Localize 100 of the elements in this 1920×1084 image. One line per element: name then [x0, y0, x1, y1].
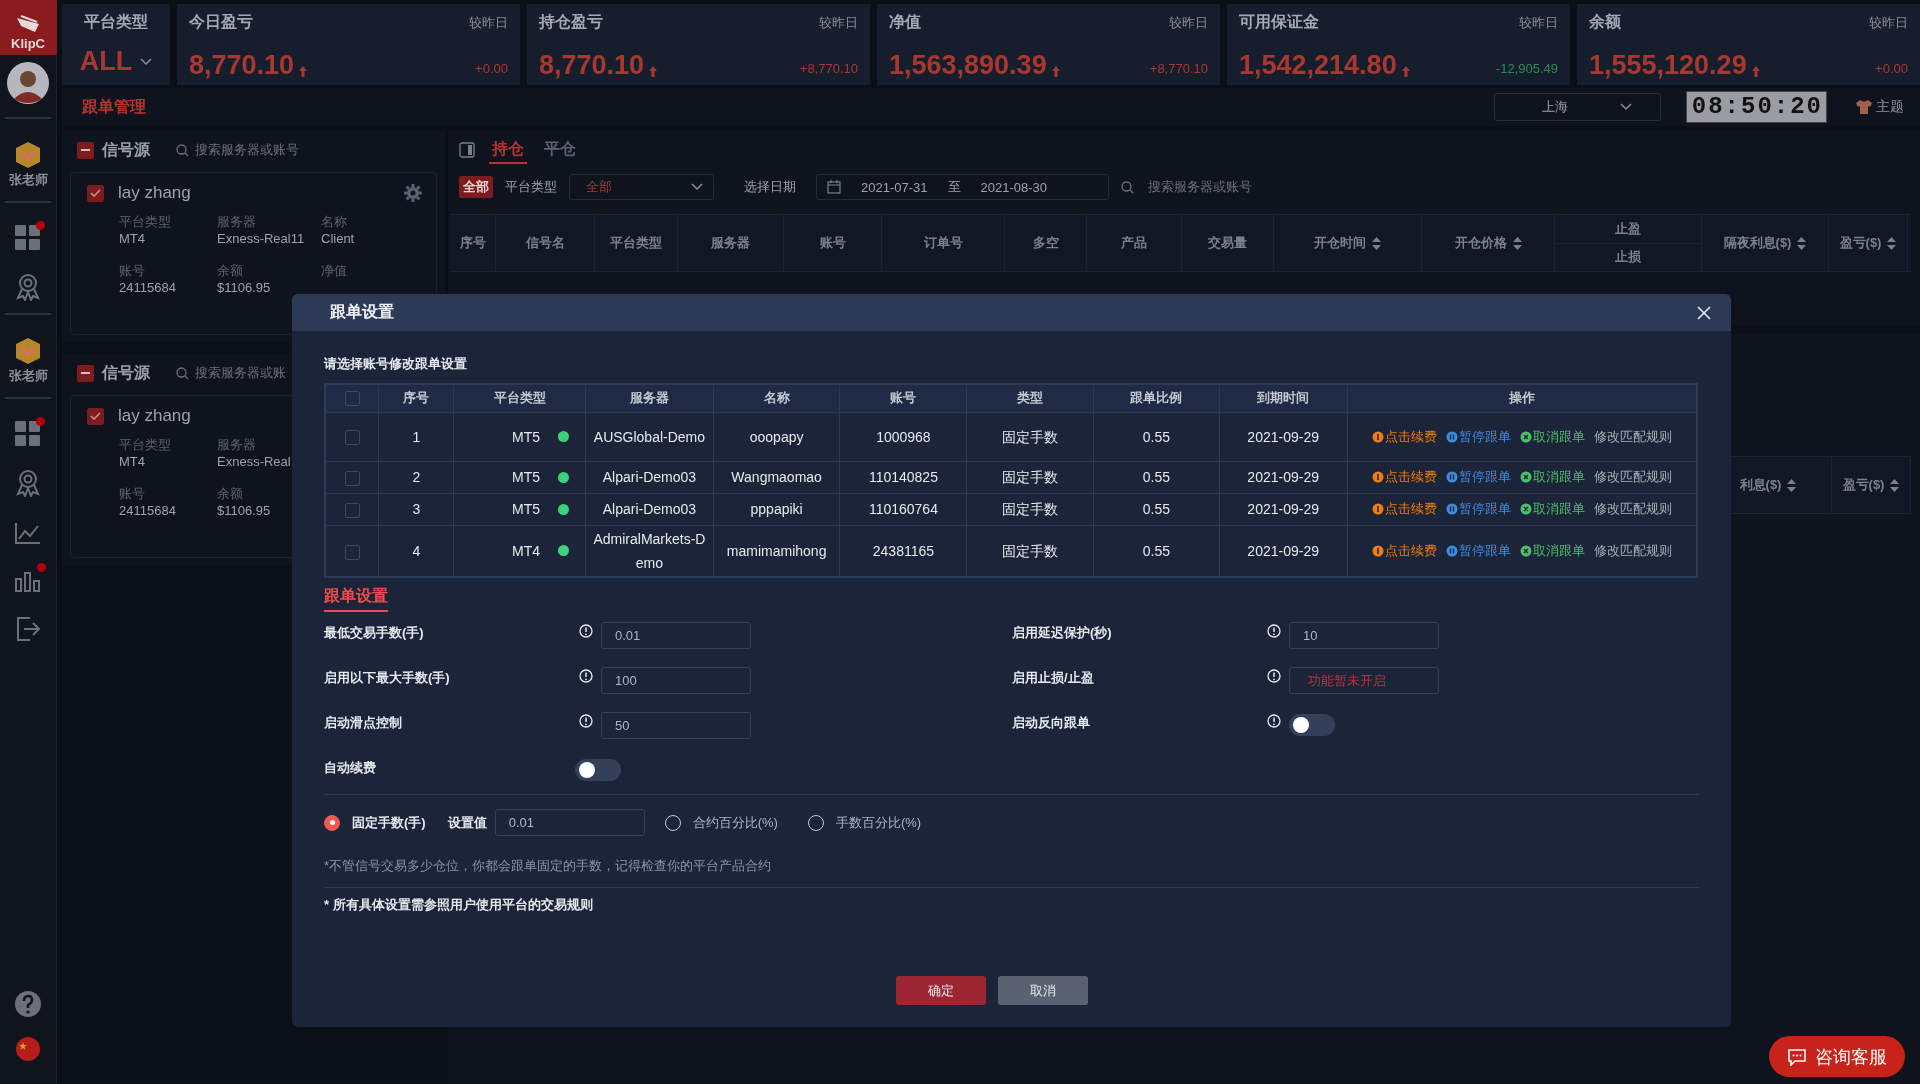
- action-link[interactable]: 取消跟单: [1519, 497, 1585, 521]
- column-header[interactable]: 盈亏($): [1842, 476, 1885, 494]
- grid-icon[interactable]: [15, 421, 41, 447]
- filter-chip[interactable]: 全部: [459, 176, 493, 198]
- action-link[interactable]: 修改匹配规则: [1593, 424, 1672, 449]
- table-cell: 0.55: [1093, 461, 1220, 493]
- field-value: MT4: [119, 231, 146, 246]
- checkbox[interactable]: [344, 430, 360, 446]
- logo[interactable]: KlipC: [0, 0, 57, 55]
- column-header[interactable]: 开仓价格: [1454, 234, 1507, 252]
- card-title: 可用保证金: [1239, 12, 1319, 32]
- column-header[interactable]: 隔夜利息($): [1723, 234, 1792, 252]
- input-field[interactable]: 10: [1289, 622, 1439, 649]
- input-field[interactable]: 0.01: [601, 622, 751, 649]
- flag-icon[interactable]: [15, 1036, 41, 1062]
- checkbox[interactable]: [344, 391, 360, 407]
- settings-icon[interactable]: [404, 184, 422, 202]
- radio-option[interactable]: 手数百分比(%): [807, 813, 922, 832]
- platform-select[interactable]: 全部: [569, 174, 714, 200]
- medal-icon[interactable]: [14, 141, 42, 169]
- column-header: 止盈: [1614, 219, 1642, 238]
- action-link[interactable]: 点击续费: [1371, 424, 1437, 449]
- action-link[interactable]: 暂停跟单: [1445, 497, 1511, 521]
- setting-label: 启用止损/止盈: [1012, 669, 1095, 687]
- toggle-switch[interactable]: [575, 759, 621, 781]
- city-select[interactable]: 上海: [1493, 93, 1661, 121]
- medal-icon[interactable]: [14, 337, 42, 365]
- action-link[interactable]: 取消跟单: [1519, 465, 1585, 489]
- toggle-switch[interactable]: [1289, 714, 1335, 736]
- tab[interactable]: 持仓: [489, 136, 527, 164]
- confirm-button[interactable]: 确定: [895, 976, 986, 1005]
- column-header[interactable]: 利息($): [1739, 476, 1782, 494]
- search-field[interactable]: 搜索服务器或账号: [176, 141, 299, 159]
- checkbox[interactable]: [87, 407, 104, 425]
- sort-icon[interactable]: [1887, 236, 1897, 250]
- input-field[interactable]: 50: [601, 712, 751, 739]
- action-link[interactable]: 点击续费: [1371, 538, 1437, 563]
- search-icon: [176, 143, 189, 157]
- field-label: 余额: [217, 262, 244, 280]
- action-link[interactable]: 暂停跟单: [1445, 424, 1511, 449]
- compare-label: 较昨日: [819, 13, 858, 32]
- action-link[interactable]: 取消跟单: [1519, 424, 1585, 449]
- input-field[interactable]: 100: [601, 667, 751, 694]
- grid-icon[interactable]: [15, 225, 41, 251]
- award-icon[interactable]: [14, 273, 42, 301]
- select-all-checkbox[interactable]: [77, 364, 94, 382]
- date-range-field[interactable]: 2021-07-31 至 2021-08-30: [816, 174, 1109, 200]
- radio-option[interactable]: 固定手数(手): [324, 813, 426, 832]
- footnote-text: * 所有具体设置需参照用户使用平台的交易规则: [324, 896, 594, 914]
- field-value: $1106.95: [217, 503, 272, 518]
- action-link[interactable]: 取消跟单: [1519, 538, 1585, 563]
- action-link[interactable]: 点击续费: [1371, 465, 1437, 489]
- sort-icon[interactable]: [1797, 236, 1807, 250]
- stat-value: 1,555,120.29: [1589, 52, 1747, 79]
- checkbox[interactable]: [344, 502, 360, 518]
- column-header: 多空: [1032, 234, 1059, 252]
- column-header: 到期时间: [1219, 384, 1348, 412]
- input-field[interactable]: 0.01: [494, 809, 645, 836]
- award-icon[interactable]: [14, 469, 42, 497]
- action-link[interactable]: 修改匹配规则: [1593, 497, 1672, 521]
- checkbox[interactable]: [87, 184, 104, 202]
- setting-label: 启用延迟保护(秒): [1012, 624, 1113, 642]
- search-icon: [1121, 180, 1134, 194]
- help-icon[interactable]: [14, 990, 42, 1018]
- theme-button[interactable]: 主题: [1855, 98, 1904, 116]
- checkbox[interactable]: [344, 544, 360, 560]
- sort-icon[interactable]: [1890, 478, 1900, 492]
- sort-icon[interactable]: [1372, 236, 1381, 250]
- sort-icon[interactable]: [1787, 478, 1797, 492]
- column-header[interactable]: 盈亏($): [1839, 234, 1882, 252]
- action-link[interactable]: 暂停跟单: [1445, 465, 1511, 489]
- column-header[interactable]: 开仓时间: [1314, 234, 1366, 252]
- table-cell: 1: [378, 412, 454, 461]
- cancel-icon: [1519, 471, 1532, 483]
- select-all-checkbox[interactable]: [77, 141, 94, 159]
- tab[interactable]: 平仓: [541, 136, 579, 164]
- table-cell: 110140825: [840, 461, 967, 493]
- action-link[interactable]: 点击续费: [1371, 497, 1437, 521]
- avatar-icon[interactable]: [6, 61, 50, 105]
- field-value: Exness-Real: [217, 454, 292, 469]
- panel-toggle-icon[interactable]: [459, 142, 475, 158]
- radio-option[interactable]: 合约百分比(%): [664, 813, 778, 832]
- logout-icon[interactable]: [14, 615, 42, 643]
- column-header: 平台类型: [453, 384, 586, 412]
- action-link[interactable]: 修改匹配规则: [1593, 465, 1672, 489]
- support-button[interactable]: 咨询客服: [1769, 1036, 1905, 1077]
- table-cell: 固定手数: [966, 461, 1094, 493]
- search-field[interactable]: 搜索服务器或账号: [1121, 178, 1252, 196]
- checkbox[interactable]: [344, 470, 360, 486]
- action-link[interactable]: 修改匹配规则: [1593, 538, 1672, 563]
- field-label: 服务器: [217, 213, 257, 231]
- sort-icon[interactable]: [1512, 236, 1522, 250]
- column-header: 跟单比例: [1093, 384, 1220, 412]
- column-header: 止损: [1555, 242, 1701, 271]
- action-link[interactable]: 暂停跟单: [1445, 538, 1511, 563]
- stat-value: 1,563,890.39: [889, 52, 1047, 79]
- caret-icon[interactable]: [140, 57, 153, 66]
- close-icon[interactable]: [1697, 305, 1711, 320]
- cancel-button[interactable]: 取消: [997, 976, 1088, 1005]
- search-field[interactable]: 搜索服务器或账: [176, 364, 286, 382]
